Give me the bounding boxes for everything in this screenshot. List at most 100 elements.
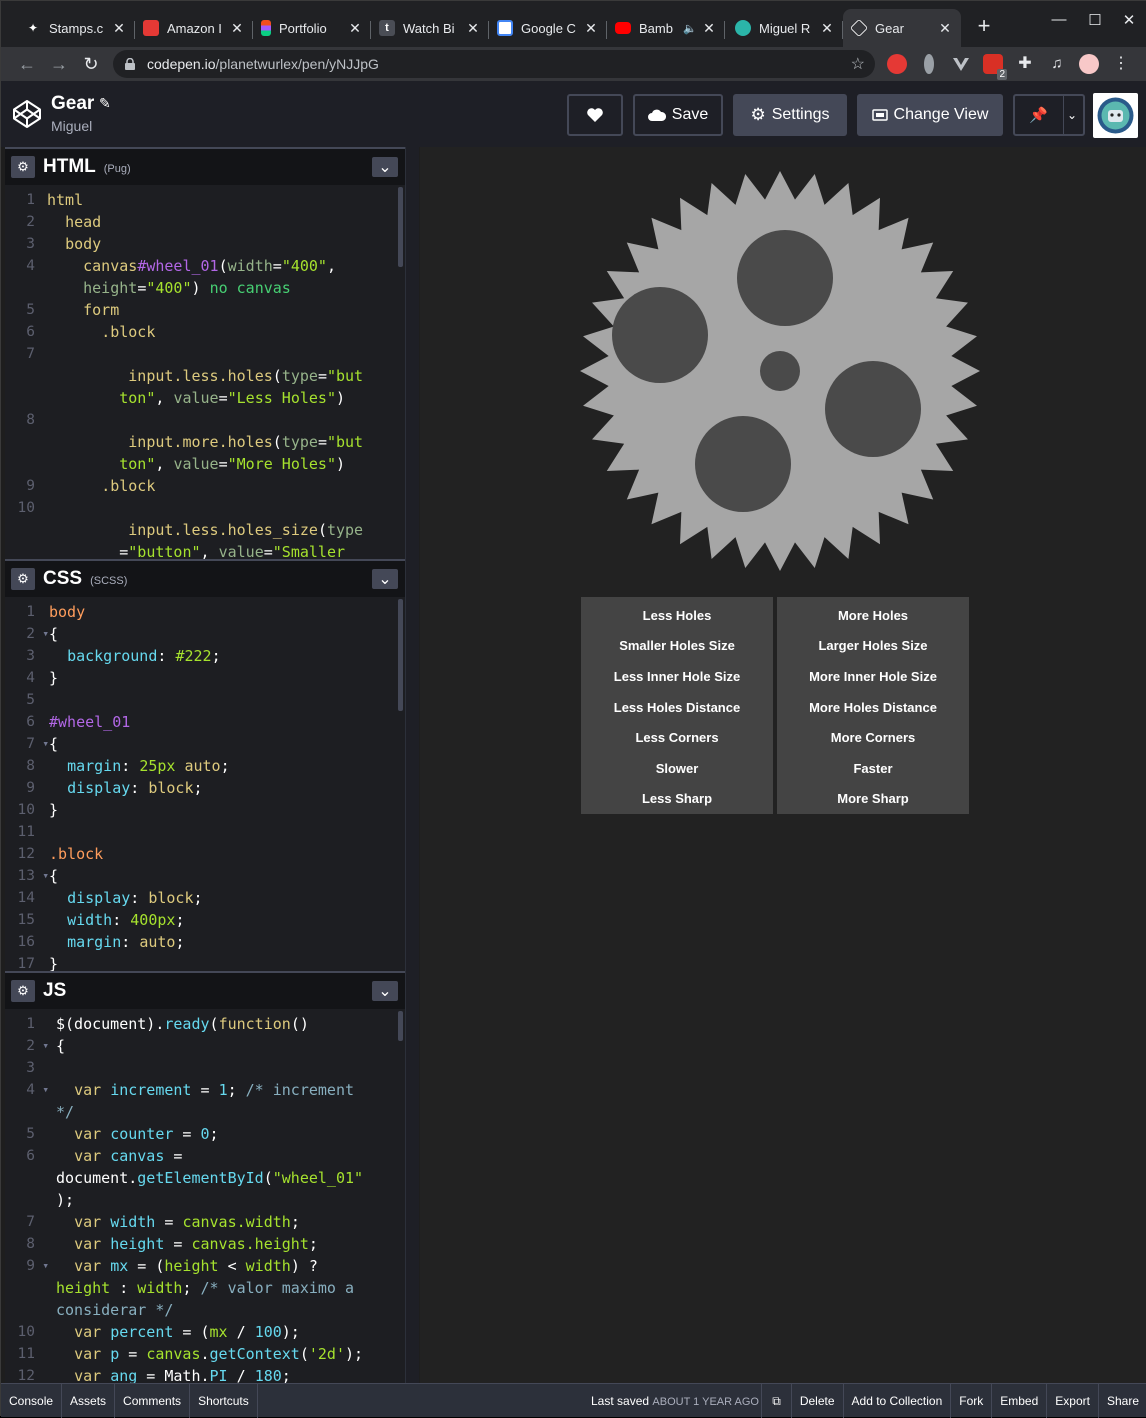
- tab-gear[interactable]: Gear ✕: [843, 9, 961, 47]
- line-number: 12: [17, 846, 35, 862]
- vue-devtools-icon[interactable]: [951, 54, 971, 74]
- js-scrollbar[interactable]: [398, 1011, 403, 1041]
- pencil-edit-icon[interactable]: ✎: [99, 95, 111, 112]
- bookmark-star-icon[interactable]: ☆: [851, 54, 865, 74]
- less-sharp-button[interactable]: Less Sharp: [581, 783, 773, 814]
- html-collapse-button[interactable]: ⌄: [372, 157, 398, 177]
- line-number: 6: [26, 324, 35, 340]
- code-line: input.less.holes_size(type: [128, 521, 364, 539]
- codepen-logo-icon[interactable]: [11, 98, 43, 130]
- change-view-button[interactable]: Change View: [857, 94, 1003, 136]
- maximize-icon[interactable]: ☐: [1085, 11, 1105, 29]
- js-collapse-button[interactable]: ⌄: [372, 981, 398, 1001]
- delete-button[interactable]: Delete: [790, 1384, 843, 1418]
- line-number: 4: [26, 258, 35, 274]
- profile-avatar[interactable]: [1079, 54, 1099, 74]
- line-number: 4: [5, 1079, 49, 1101]
- js-settings-button[interactable]: ⚙: [11, 980, 35, 1002]
- reload-icon[interactable]: ↻: [79, 52, 103, 76]
- tab-google-calendar[interactable]: Google C ✕: [489, 9, 607, 47]
- media-control-icon[interactable]: ♫: [1047, 54, 1067, 74]
- fork-button[interactable]: Fork: [950, 1384, 991, 1418]
- address-bar[interactable]: codepen.io/planetwurlex/pen/yNJJpG ☆: [113, 50, 875, 78]
- slower-button[interactable]: Slower: [581, 753, 773, 784]
- embed-button[interactable]: Embed: [991, 1384, 1046, 1418]
- comments-button[interactable]: Comments: [115, 1383, 191, 1418]
- tab-bamb[interactable]: Bamb 🔈 ✕: [607, 9, 725, 47]
- add-to-collection-button[interactable]: Add to Collection: [842, 1384, 951, 1418]
- pin-button[interactable]: 📌 ⌄: [1013, 94, 1085, 136]
- line-number: 1: [26, 192, 35, 208]
- back-icon[interactable]: ←: [15, 52, 39, 76]
- shortcuts-button[interactable]: Shortcuts: [190, 1383, 258, 1418]
- share-button[interactable]: Share: [1097, 1384, 1146, 1418]
- external-link-icon[interactable]: ⧉: [761, 1384, 791, 1418]
- close-icon[interactable]: ✕: [819, 20, 835, 37]
- console-button[interactable]: Console: [1, 1383, 63, 1418]
- tab-portfolio[interactable]: Portfolio ✕: [253, 9, 371, 47]
- css-settings-button[interactable]: ⚙: [11, 568, 35, 590]
- tab-amazon[interactable]: Amazon I ✕: [135, 9, 253, 47]
- more-inner-hole-size-button[interactable]: More Inner Hole Size: [777, 661, 969, 692]
- js-panel-header: ⚙ JS ⌄: [5, 971, 405, 1009]
- more-holes-distance-button[interactable]: More Holes Distance: [777, 692, 969, 723]
- close-icon[interactable]: ✕: [937, 20, 953, 37]
- gear-canvas[interactable]: [580, 171, 980, 571]
- export-button[interactable]: Export: [1046, 1384, 1098, 1418]
- larger-holes-size-button[interactable]: Larger Holes Size: [777, 631, 969, 662]
- tab-title: Google C: [521, 20, 576, 36]
- more-sharp-button[interactable]: More Sharp: [777, 783, 969, 814]
- forward-icon[interactable]: →: [47, 52, 71, 76]
- less-corners-button[interactable]: Less Corners: [581, 722, 773, 753]
- close-icon[interactable]: ✕: [465, 20, 481, 37]
- close-window-icon[interactable]: ✕: [1119, 11, 1139, 29]
- code-line: ton", value="Less Holes"): [119, 389, 346, 407]
- faster-button[interactable]: Faster: [777, 753, 969, 784]
- extension-dot-icon[interactable]: [924, 54, 934, 74]
- html-settings-button[interactable]: ⚙: [11, 156, 35, 178]
- html-scrollbar[interactable]: [398, 187, 403, 267]
- heart-button[interactable]: [567, 94, 623, 136]
- puzzle-icon[interactable]: ✚: [1015, 54, 1035, 74]
- line-number: 3: [26, 1060, 35, 1076]
- gear-inner-hole: [760, 351, 800, 391]
- close-icon[interactable]: ✕: [701, 20, 717, 37]
- close-icon[interactable]: ✕: [583, 20, 599, 37]
- settings-button[interactable]: ⚙ Settings: [733, 94, 847, 136]
- last-saved-time: ABOUT 1 YEAR AGO: [652, 1396, 759, 1408]
- code-line: ton", value="More Holes"): [119, 455, 346, 473]
- line-number: 7: [5, 733, 49, 755]
- gear-hole: [612, 287, 708, 383]
- chevron-down-icon[interactable]: ⌄: [1067, 108, 1077, 122]
- gear-hole: [825, 361, 921, 457]
- js-panel-title: JS: [43, 980, 67, 1001]
- assets-button[interactable]: Assets: [62, 1383, 116, 1418]
- more-corners-button[interactable]: More Corners: [777, 722, 969, 753]
- adblock-icon[interactable]: [887, 54, 907, 74]
- css-scrollbar[interactable]: [398, 599, 403, 711]
- less-holes-distance-button[interactable]: Less Holes Distance: [581, 692, 773, 723]
- js-editor-panel: ⚙ JS ⌄ 1 $(document).ready(function() 2 …: [5, 971, 405, 1383]
- close-icon[interactable]: ✕: [111, 20, 127, 37]
- resize-divider[interactable]: [405, 147, 419, 1383]
- smaller-holes-size-button[interactable]: Smaller Holes Size: [581, 631, 773, 662]
- menu-kebab-icon[interactable]: ⋮: [1111, 54, 1131, 74]
- tab-watch[interactable]: t Watch Bi ✕: [371, 9, 489, 47]
- tab-miguel[interactable]: Miguel R ✕: [727, 9, 843, 47]
- speaker-icon[interactable]: 🔈: [683, 22, 697, 35]
- more-holes-button[interactable]: More Holes: [777, 600, 969, 631]
- calendar-extension-icon[interactable]: 2: [983, 54, 1007, 80]
- save-button[interactable]: Save: [633, 94, 723, 136]
- close-icon[interactable]: ✕: [229, 20, 245, 37]
- new-tab-button[interactable]: +: [973, 15, 995, 37]
- close-icon[interactable]: ✕: [347, 20, 363, 37]
- tab-stamps[interactable]: ✦ Stamps.c ✕: [17, 9, 135, 47]
- pen-author[interactable]: Miguel: [51, 118, 92, 134]
- css-collapse-button[interactable]: ⌄: [372, 569, 398, 589]
- tab-title: Gear: [875, 20, 904, 36]
- less-inner-hole-size-button[interactable]: Less Inner Hole Size: [581, 661, 773, 692]
- code-line: height="400") no canvas: [83, 279, 291, 297]
- minimize-icon[interactable]: —: [1049, 11, 1069, 28]
- less-holes-button[interactable]: Less Holes: [581, 600, 773, 631]
- user-avatar[interactable]: [1093, 93, 1138, 138]
